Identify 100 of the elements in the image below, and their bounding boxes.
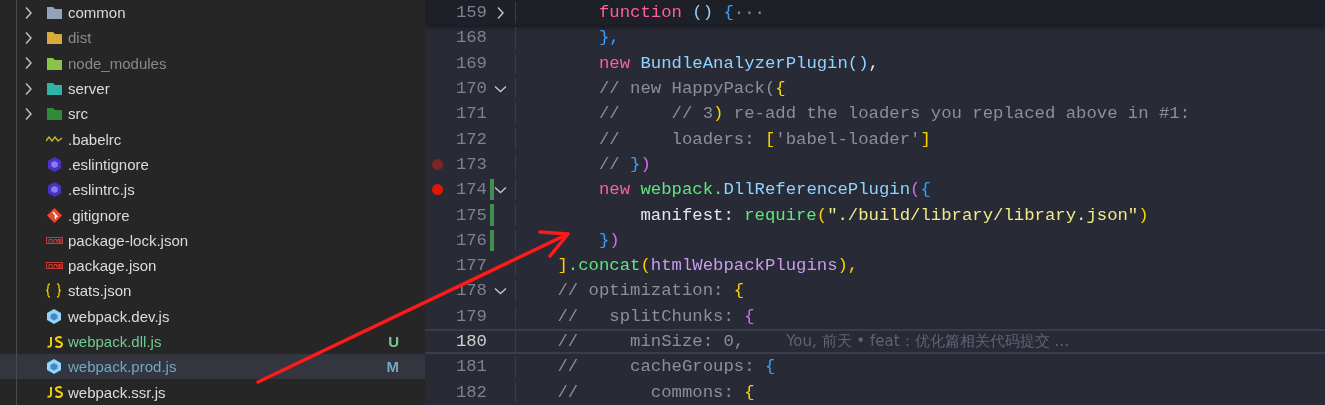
line-number: 171 — [454, 104, 487, 124]
code-token: }, — [597, 28, 620, 48]
blame-annotation: You, 前天 • feat：优化篇相关代码提交 … — [786, 332, 1070, 351]
file-name: .eslintrc.js — [68, 181, 136, 199]
braces-icon — [46, 283, 61, 299]
code-token: { — [764, 357, 776, 377]
file-name: webpack.dll.js — [68, 333, 163, 350]
file-tree-item[interactable]: webpack.dll.js U — [0, 328, 425, 355]
code-token: new — [597, 53, 631, 73]
code-token: ), — [837, 256, 859, 276]
file-name: .gitignore — [68, 206, 131, 224]
change-marker — [489, 179, 494, 201]
chevron-icon[interactable] — [24, 56, 33, 71]
file-tree-item[interactable]: package.json — [0, 252, 425, 279]
line-number: 168 — [454, 28, 487, 48]
git-icon — [46, 206, 63, 224]
file-tree-item[interactable]: .eslintrc.js — [0, 177, 425, 203]
file-name: webpack.dev.js — [68, 307, 171, 325]
code-token: // loaders: — [597, 129, 756, 149]
code-token: { — [744, 306, 755, 326]
line-number: 159 — [454, 3, 487, 23]
js-icon — [46, 386, 64, 399]
code-token: // commons: — [556, 382, 735, 402]
code-token: } — [597, 230, 610, 250]
code-token: ( — [910, 180, 921, 200]
file-name: stats.json — [68, 282, 133, 300]
code-token: } — [630, 154, 641, 174]
file-tree-item[interactable]: package-lock.json — [0, 227, 425, 253]
chevron-icon[interactable] — [24, 81, 33, 96]
js-icon — [46, 335, 64, 348]
change-marker — [489, 204, 494, 226]
code-token: "./build/library/library.json" — [827, 205, 1139, 225]
file-tree-item[interactable]: webpack.ssr.js — [0, 379, 425, 405]
code-token: ] — [920, 129, 931, 149]
code-token: webpack. — [639, 180, 724, 200]
file-tree-item[interactable]: webpack.prod.js M — [0, 354, 425, 380]
chevron-icon[interactable] — [493, 185, 508, 195]
file-name: package-lock.json — [68, 231, 190, 249]
file-tree-item[interactable]: common — [0, 0, 425, 26]
file-tree-item[interactable]: stats.json — [0, 278, 425, 304]
code-token: // cacheGroups: — [556, 357, 756, 377]
file-name: common — [68, 4, 127, 22]
code-token: { — [744, 382, 755, 402]
line-number: 176 — [454, 230, 487, 250]
code-token: // // 3 — [597, 104, 714, 124]
code-token: { — [775, 79, 786, 99]
code-token: ( — [816, 205, 828, 225]
file-name: .babelrc — [68, 130, 123, 148]
line-number: 170 — [454, 79, 487, 99]
chevron-icon[interactable] — [24, 5, 33, 20]
chevron-icon[interactable] — [24, 106, 33, 121]
line-number: 180 — [454, 332, 487, 351]
file-tree-item[interactable]: .babelrc — [0, 126, 425, 152]
file-tree-item[interactable]: src — [0, 101, 425, 127]
file-name: webpack.ssr.js — [68, 383, 167, 401]
git-status: U — [388, 333, 399, 350]
file-tree-item[interactable]: .gitignore — [0, 202, 425, 228]
hexagon-icon — [46, 155, 63, 173]
line-number: 179 — [454, 306, 487, 326]
code-token: 'babel-loader' — [775, 129, 921, 149]
line-number: 169 — [454, 53, 487, 73]
line-number: 182 — [454, 382, 487, 402]
code-token: ) — [640, 154, 651, 174]
npm-icon — [46, 236, 63, 244]
code-token: // optimization: — [556, 281, 725, 301]
breakpoint-icon[interactable] — [431, 184, 443, 196]
line-number: 177 — [454, 256, 487, 276]
line-number: 181 — [454, 357, 487, 377]
file-tree-item[interactable]: node_modules — [0, 50, 425, 76]
file-name: .eslintignore — [68, 155, 150, 173]
npm-icon — [46, 262, 63, 270]
chevron-icon[interactable] — [493, 286, 508, 296]
line-number: 174 — [454, 180, 487, 200]
code-token: ) — [609, 230, 620, 250]
line-number: 173 — [454, 154, 487, 174]
cube-icon — [46, 358, 62, 376]
change-marker — [489, 229, 494, 251]
file-tree-item[interactable]: server — [0, 75, 425, 102]
code-token: () — [691, 3, 714, 23]
git-status: M — [386, 358, 399, 376]
code-token: // minSize: 0, — [556, 332, 745, 351]
chevron-icon[interactable] — [24, 30, 33, 45]
code-token: ··· — [733, 3, 765, 23]
code-token: re-add the loaders you replaced above in #1: — [732, 104, 1191, 124]
chevron-icon[interactable] — [493, 84, 508, 94]
code-token: manifest: — [639, 205, 734, 225]
file-tree-item[interactable]: dist — [0, 25, 425, 51]
code-token: ) — [713, 104, 724, 124]
code-token: // — [597, 154, 621, 174]
line-number: 175 — [454, 205, 487, 225]
file-name: node_modules — [68, 54, 168, 72]
code-token: { — [722, 3, 734, 23]
code-token: BundleAnalyzerPlugin() — [639, 53, 869, 73]
code-token: function — [597, 3, 682, 23]
file-tree-item[interactable]: webpack.dev.js — [0, 303, 425, 329]
file-tree-item[interactable]: .eslintignore — [0, 151, 425, 178]
cube-icon — [46, 307, 62, 325]
code-token: new — [597, 180, 631, 200]
code-token: ] — [556, 256, 568, 276]
chevron-icon[interactable] — [496, 5, 505, 20]
